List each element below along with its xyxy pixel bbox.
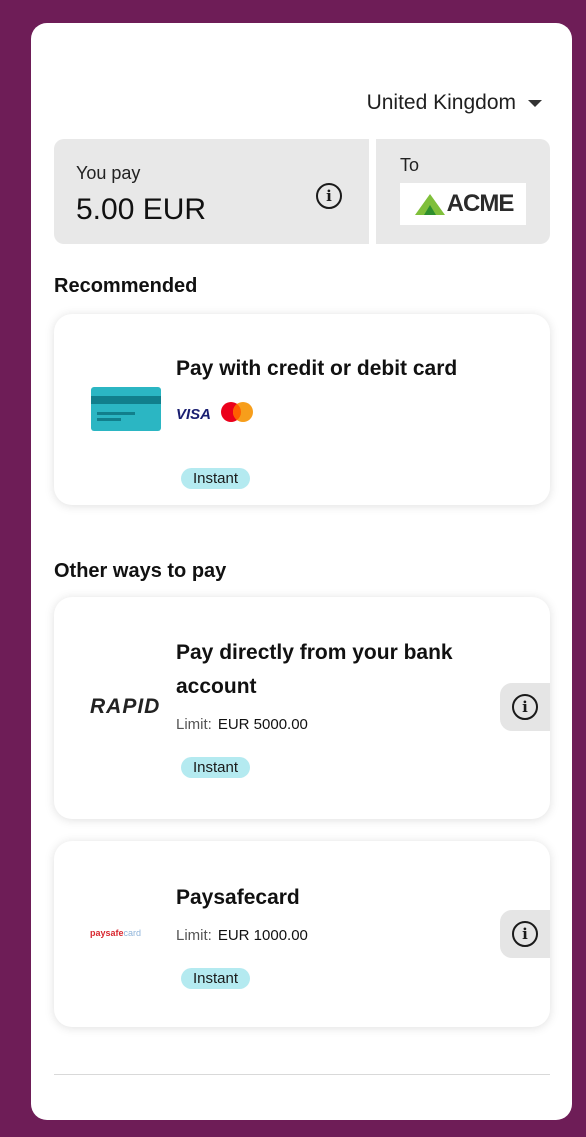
country-selector[interactable]: United Kingdom	[367, 91, 542, 115]
limit-value: EUR 1000.00	[217, 927, 308, 944]
bank-payment-option[interactable]: RAPID Pay directly from your bank accoun…	[54, 597, 550, 819]
paysafecard-option-title: Paysafecard	[176, 886, 300, 909]
footer-divider	[54, 1074, 550, 1075]
instant-badge: Instant	[181, 757, 251, 778]
merchant-logo: ACME	[400, 183, 526, 225]
visa-logo: VISA	[176, 406, 212, 423]
bank-option-title-line1: Pay directly from your bank	[176, 641, 453, 664]
other-ways-heading: Other ways to pay	[54, 560, 227, 582]
bank-option-title-line2: account	[176, 675, 257, 698]
merchant-logo-text: ACME	[446, 190, 515, 217]
paysafecard-logo: paysafecard	[90, 928, 142, 938]
instant-badge: Instant	[181, 968, 251, 989]
payment-amount-box: You pay 5.00 EUR i	[54, 139, 369, 244]
payment-amount: 5.00 EUR	[76, 193, 207, 226]
paysafecard-info-button[interactable]: i	[500, 910, 550, 958]
credit-card-icon	[91, 387, 161, 431]
rapid-logo: RAPID	[90, 695, 161, 718]
limit-label: Limit:	[176, 927, 212, 944]
country-label: United Kingdom	[366, 91, 516, 114]
paysafecard-limit: Limit: EUR 1000.00	[176, 927, 308, 944]
mastercard-icon	[221, 402, 253, 422]
limit-label: Limit:	[176, 716, 212, 733]
card-payment-option[interactable]: Pay with credit or debit card VISA Insta…	[54, 314, 550, 505]
you-pay-label: You pay	[76, 163, 141, 183]
limit-value: EUR 5000.00	[217, 716, 308, 733]
instant-badge: Instant	[181, 468, 251, 489]
checkout-panel: United Kingdom You pay 5.00 EUR i To ACM…	[31, 23, 572, 1120]
acme-mark-icon	[414, 194, 445, 215]
info-icon: i	[512, 921, 538, 947]
bank-info-button[interactable]: i	[500, 683, 550, 731]
info-icon: i	[512, 694, 538, 720]
amount-info-icon[interactable]: i	[316, 183, 342, 209]
to-label: To	[400, 155, 420, 175]
merchant-box: To ACME	[376, 139, 550, 244]
paysafecard-payment-option[interactable]: paysafecard Paysafecard Limit: EUR 1000.0…	[54, 841, 550, 1027]
bank-limit: Limit: EUR 5000.00	[176, 716, 308, 733]
recommended-heading: Recommended	[54, 275, 198, 297]
card-option-title: Pay with credit or debit card	[176, 357, 458, 380]
chevron-down-icon	[528, 99, 542, 107]
